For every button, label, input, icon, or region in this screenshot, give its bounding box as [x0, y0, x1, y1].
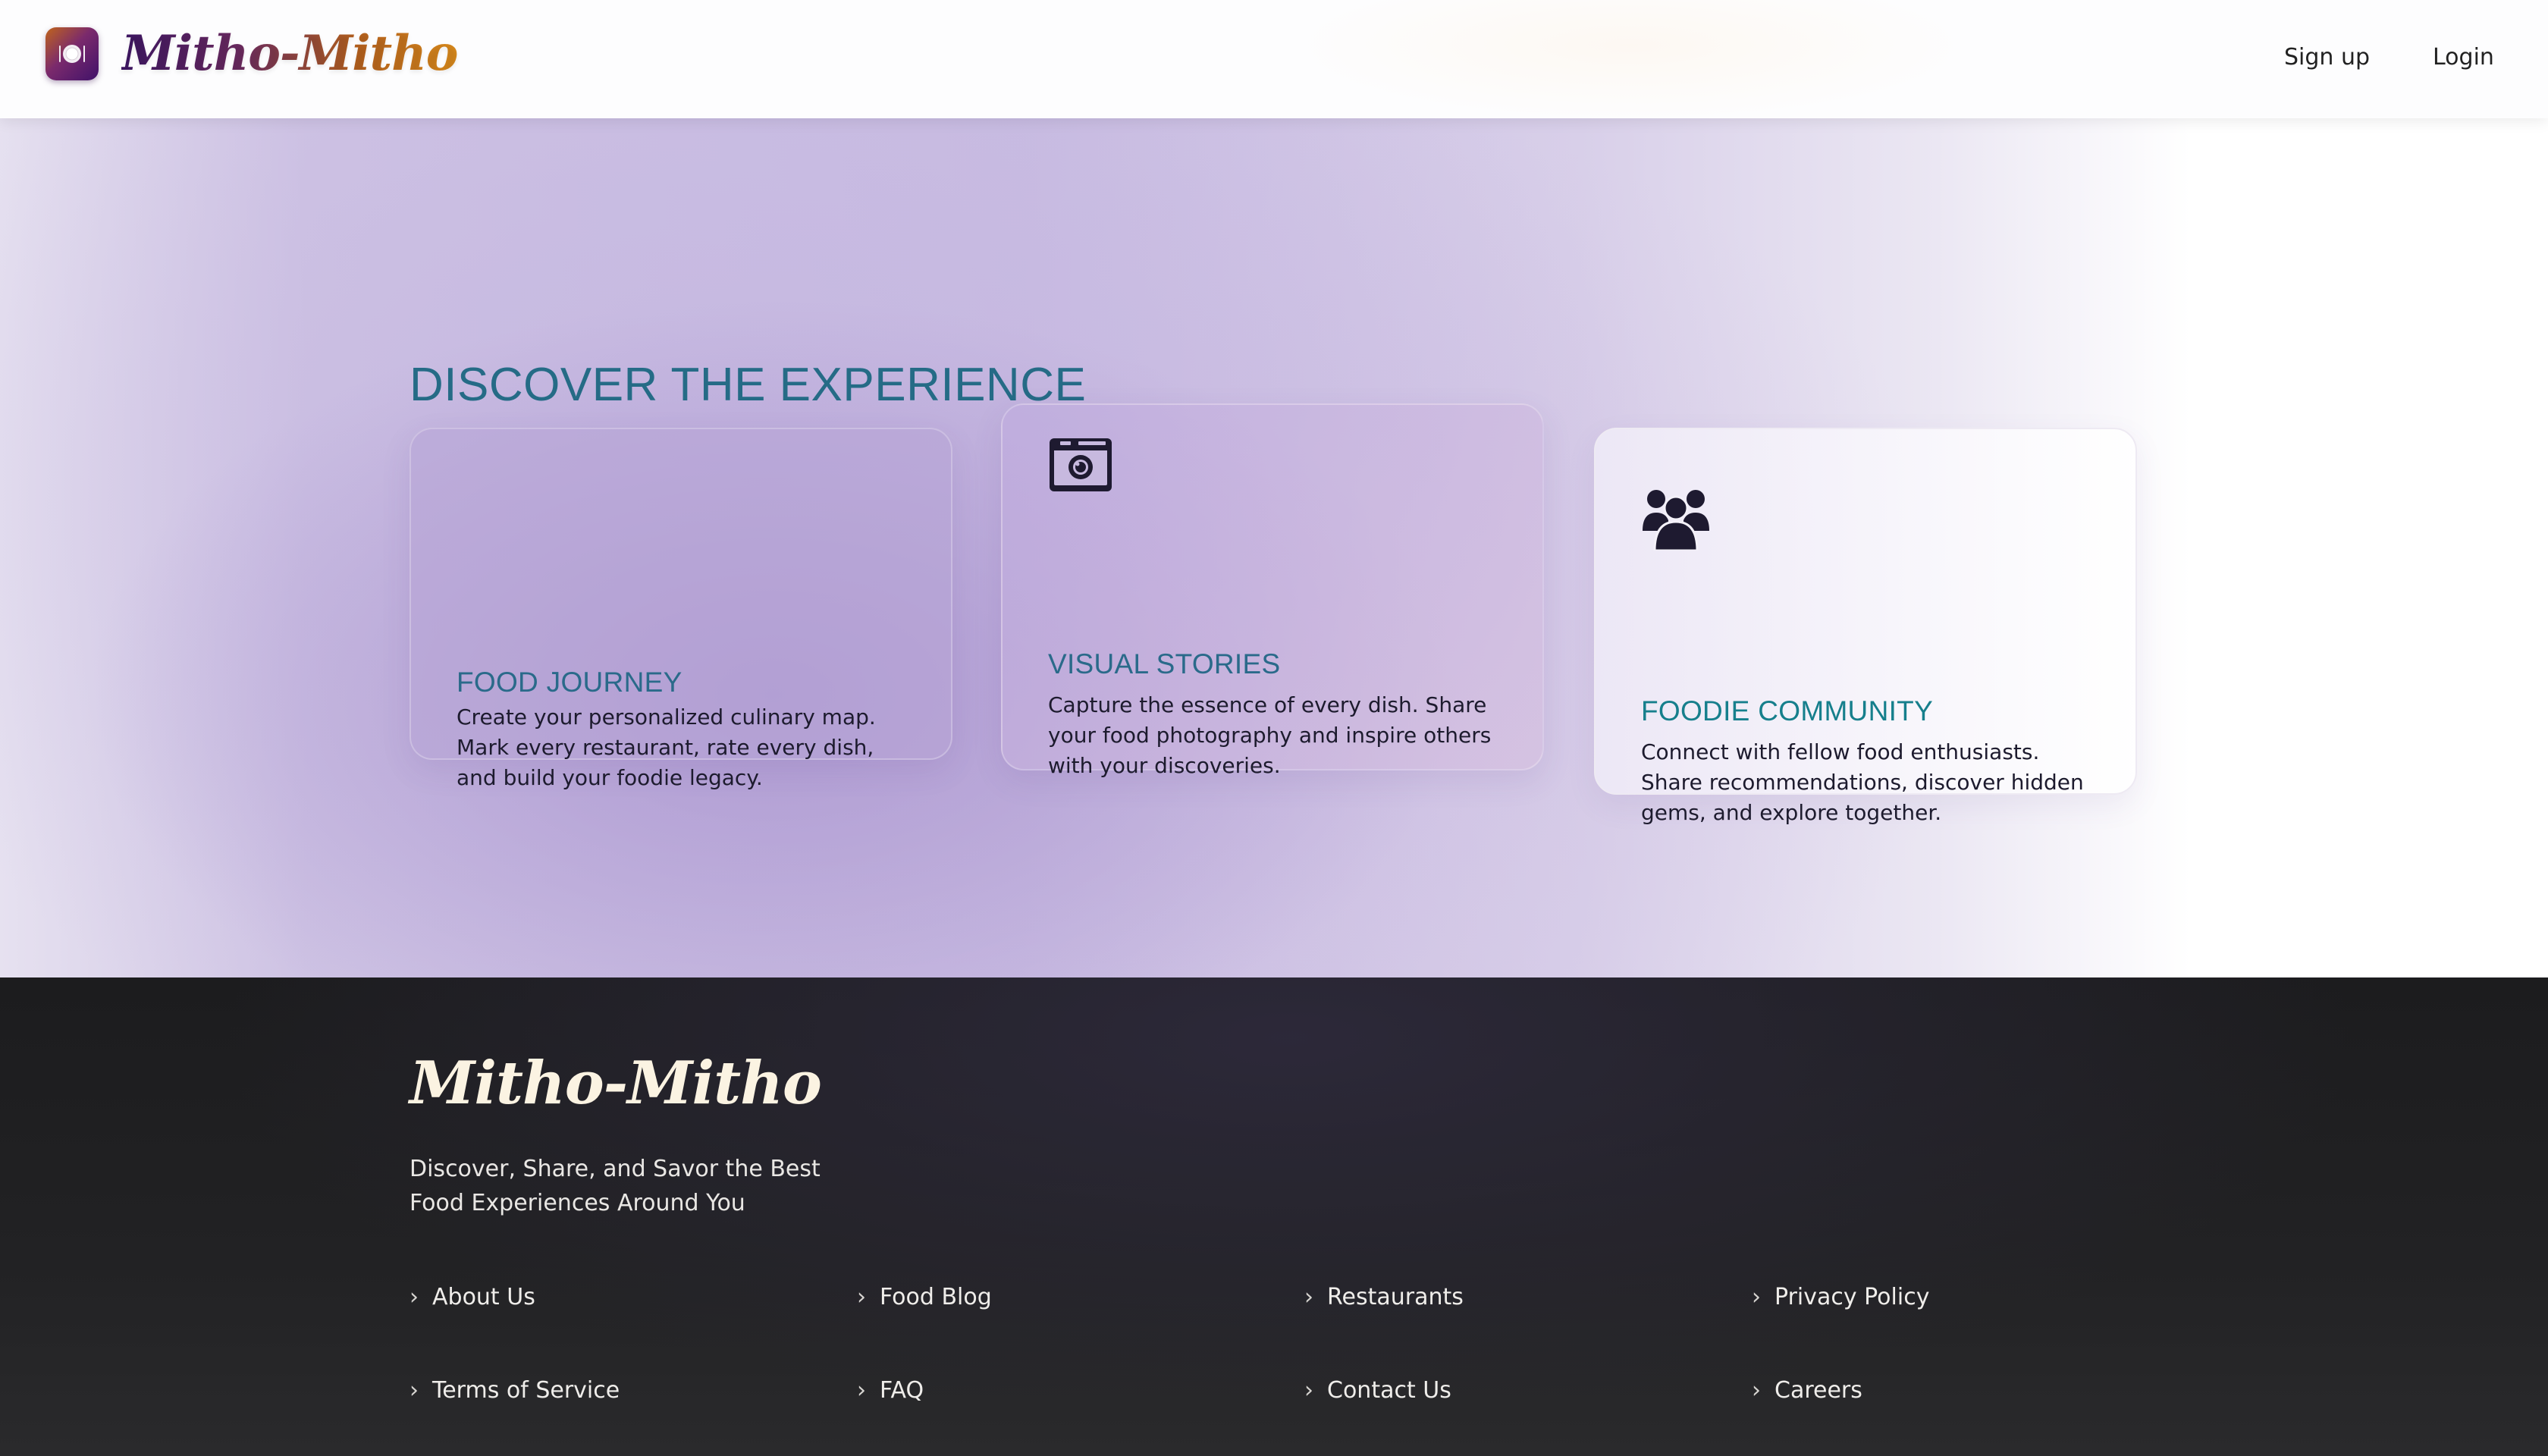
- footer-brand: Mitho-Mitho: [410, 1049, 822, 1118]
- footer-link-label: Terms of Service: [432, 1377, 620, 1404]
- footer-link-label: Contact Us: [1327, 1377, 1451, 1404]
- users-icon: [1643, 490, 1709, 551]
- site-header: Mitho-Mitho Sign up Login: [0, 0, 2548, 121]
- footer-link-label: Restaurants: [1327, 1284, 1464, 1310]
- chevron-right-icon: ›: [1752, 1377, 1761, 1404]
- footer-link-privacy-policy[interactable]: › Privacy Policy: [1752, 1281, 1929, 1314]
- card-title: FOODIE COMMUNITY: [1641, 695, 1934, 726]
- footer-link-careers[interactable]: › Careers: [1752, 1374, 1862, 1407]
- login-link[interactable]: Login: [2433, 39, 2494, 76]
- footer-link-about-us[interactable]: › About Us: [410, 1281, 535, 1314]
- hero-section: DISCOVER THE EXPERIENCE FOOD JOURNEY Cre…: [0, 118, 2548, 977]
- footer-link-faq[interactable]: › FAQ: [857, 1374, 924, 1407]
- footer-link-restaurants[interactable]: › Restaurants: [1304, 1281, 1464, 1314]
- feature-card-foodie-community: FOODIE COMMUNITY Connect with fellow foo…: [1594, 428, 2137, 825]
- chevron-right-icon: ›: [857, 1377, 866, 1404]
- footer-link-label: About Us: [432, 1284, 535, 1310]
- card-title: VISUAL STORIES: [1048, 648, 1281, 679]
- signup-link[interactable]: Sign up: [2284, 39, 2370, 76]
- footer-link-terms-of-service[interactable]: › Terms of Service: [410, 1374, 620, 1407]
- logo-badge[interactable]: [46, 27, 99, 80]
- footer-link-label: Food Blog: [880, 1284, 992, 1310]
- brand-logo-text[interactable]: Mitho-Mitho: [121, 20, 458, 88]
- feature-card-visual-stories: VISUAL STORIES Capture the essence of ev…: [1001, 403, 1544, 778]
- footer-tagline: Discover, Share, and Savor the Best Food…: [410, 1156, 821, 1216]
- chevron-right-icon: ›: [1752, 1284, 1761, 1310]
- card-description: Create your personalized culinary map. M…: [457, 704, 876, 790]
- chevron-right-icon: ›: [1304, 1377, 1313, 1404]
- footer-link-label: Privacy Policy: [1774, 1284, 1930, 1310]
- chevron-right-icon: ›: [1304, 1284, 1313, 1310]
- card-title: FOOD JOURNEY: [457, 667, 682, 698]
- plate-cutlery-icon: [59, 45, 85, 63]
- camera-icon: [1050, 438, 1112, 491]
- footer-link-label: FAQ: [880, 1377, 924, 1404]
- chevron-right-icon: ›: [857, 1284, 866, 1310]
- hero-title: DISCOVER THE EXPERIENCE: [410, 359, 1087, 411]
- footer-link-label: Careers: [1774, 1377, 1862, 1404]
- card-description: Capture the essence of every dish. Share…: [1048, 692, 1492, 778]
- chevron-right-icon: ›: [410, 1377, 419, 1404]
- chevron-right-icon: ›: [410, 1284, 419, 1310]
- footer-link-contact-us[interactable]: › Contact Us: [1304, 1374, 1451, 1407]
- card-description: Connect with fellow food enthusiasts. Sh…: [1641, 739, 2084, 825]
- feature-card-food-journey: FOOD JOURNEY Create your personalized cu…: [410, 428, 952, 790]
- footer-link-food-blog[interactable]: › Food Blog: [857, 1281, 992, 1314]
- site-footer: Mitho-Mitho Discover, Share, and Savor t…: [0, 977, 2548, 1456]
